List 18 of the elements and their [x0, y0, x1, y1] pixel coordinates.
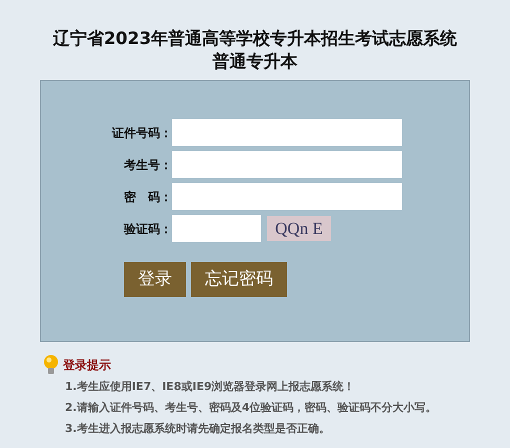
input-field[interactable]: [172, 151, 402, 178]
input-field[interactable]: [172, 119, 402, 146]
tips-title: 登录提示: [63, 357, 111, 374]
tip-text: 2.请输入证件号码、考生号、密码及4位验证码，密码、验证码不分大小写。: [65, 400, 438, 416]
field-label: 考生号：: [123, 156, 172, 174]
field-label: 密 码：: [123, 188, 172, 206]
page-title: 辽宁省2023年普通高等学校专升本招生考试志愿系统: [52, 28, 458, 51]
tip-text: 1.考生应使用IE7、IE8或IE9浏览器登录网上报志愿系统！: [65, 379, 356, 395]
captcha-image: QQn E: [267, 216, 331, 241]
lightbulb-icon: [43, 354, 59, 376]
tip-text: 3.考生进入报志愿系统时请先确定报名类型是否正确。: [65, 421, 331, 437]
login-button[interactable]: 登录: [124, 262, 186, 297]
captcha-field[interactable]: [172, 215, 261, 242]
field-label: 验证码：: [122, 220, 172, 238]
page-title: 普通专升本: [212, 51, 298, 74]
field-label: 证件号码：: [110, 124, 172, 142]
password-field[interactable]: [172, 183, 402, 210]
forgot-password-button[interactable]: 忘记密码: [191, 262, 287, 297]
